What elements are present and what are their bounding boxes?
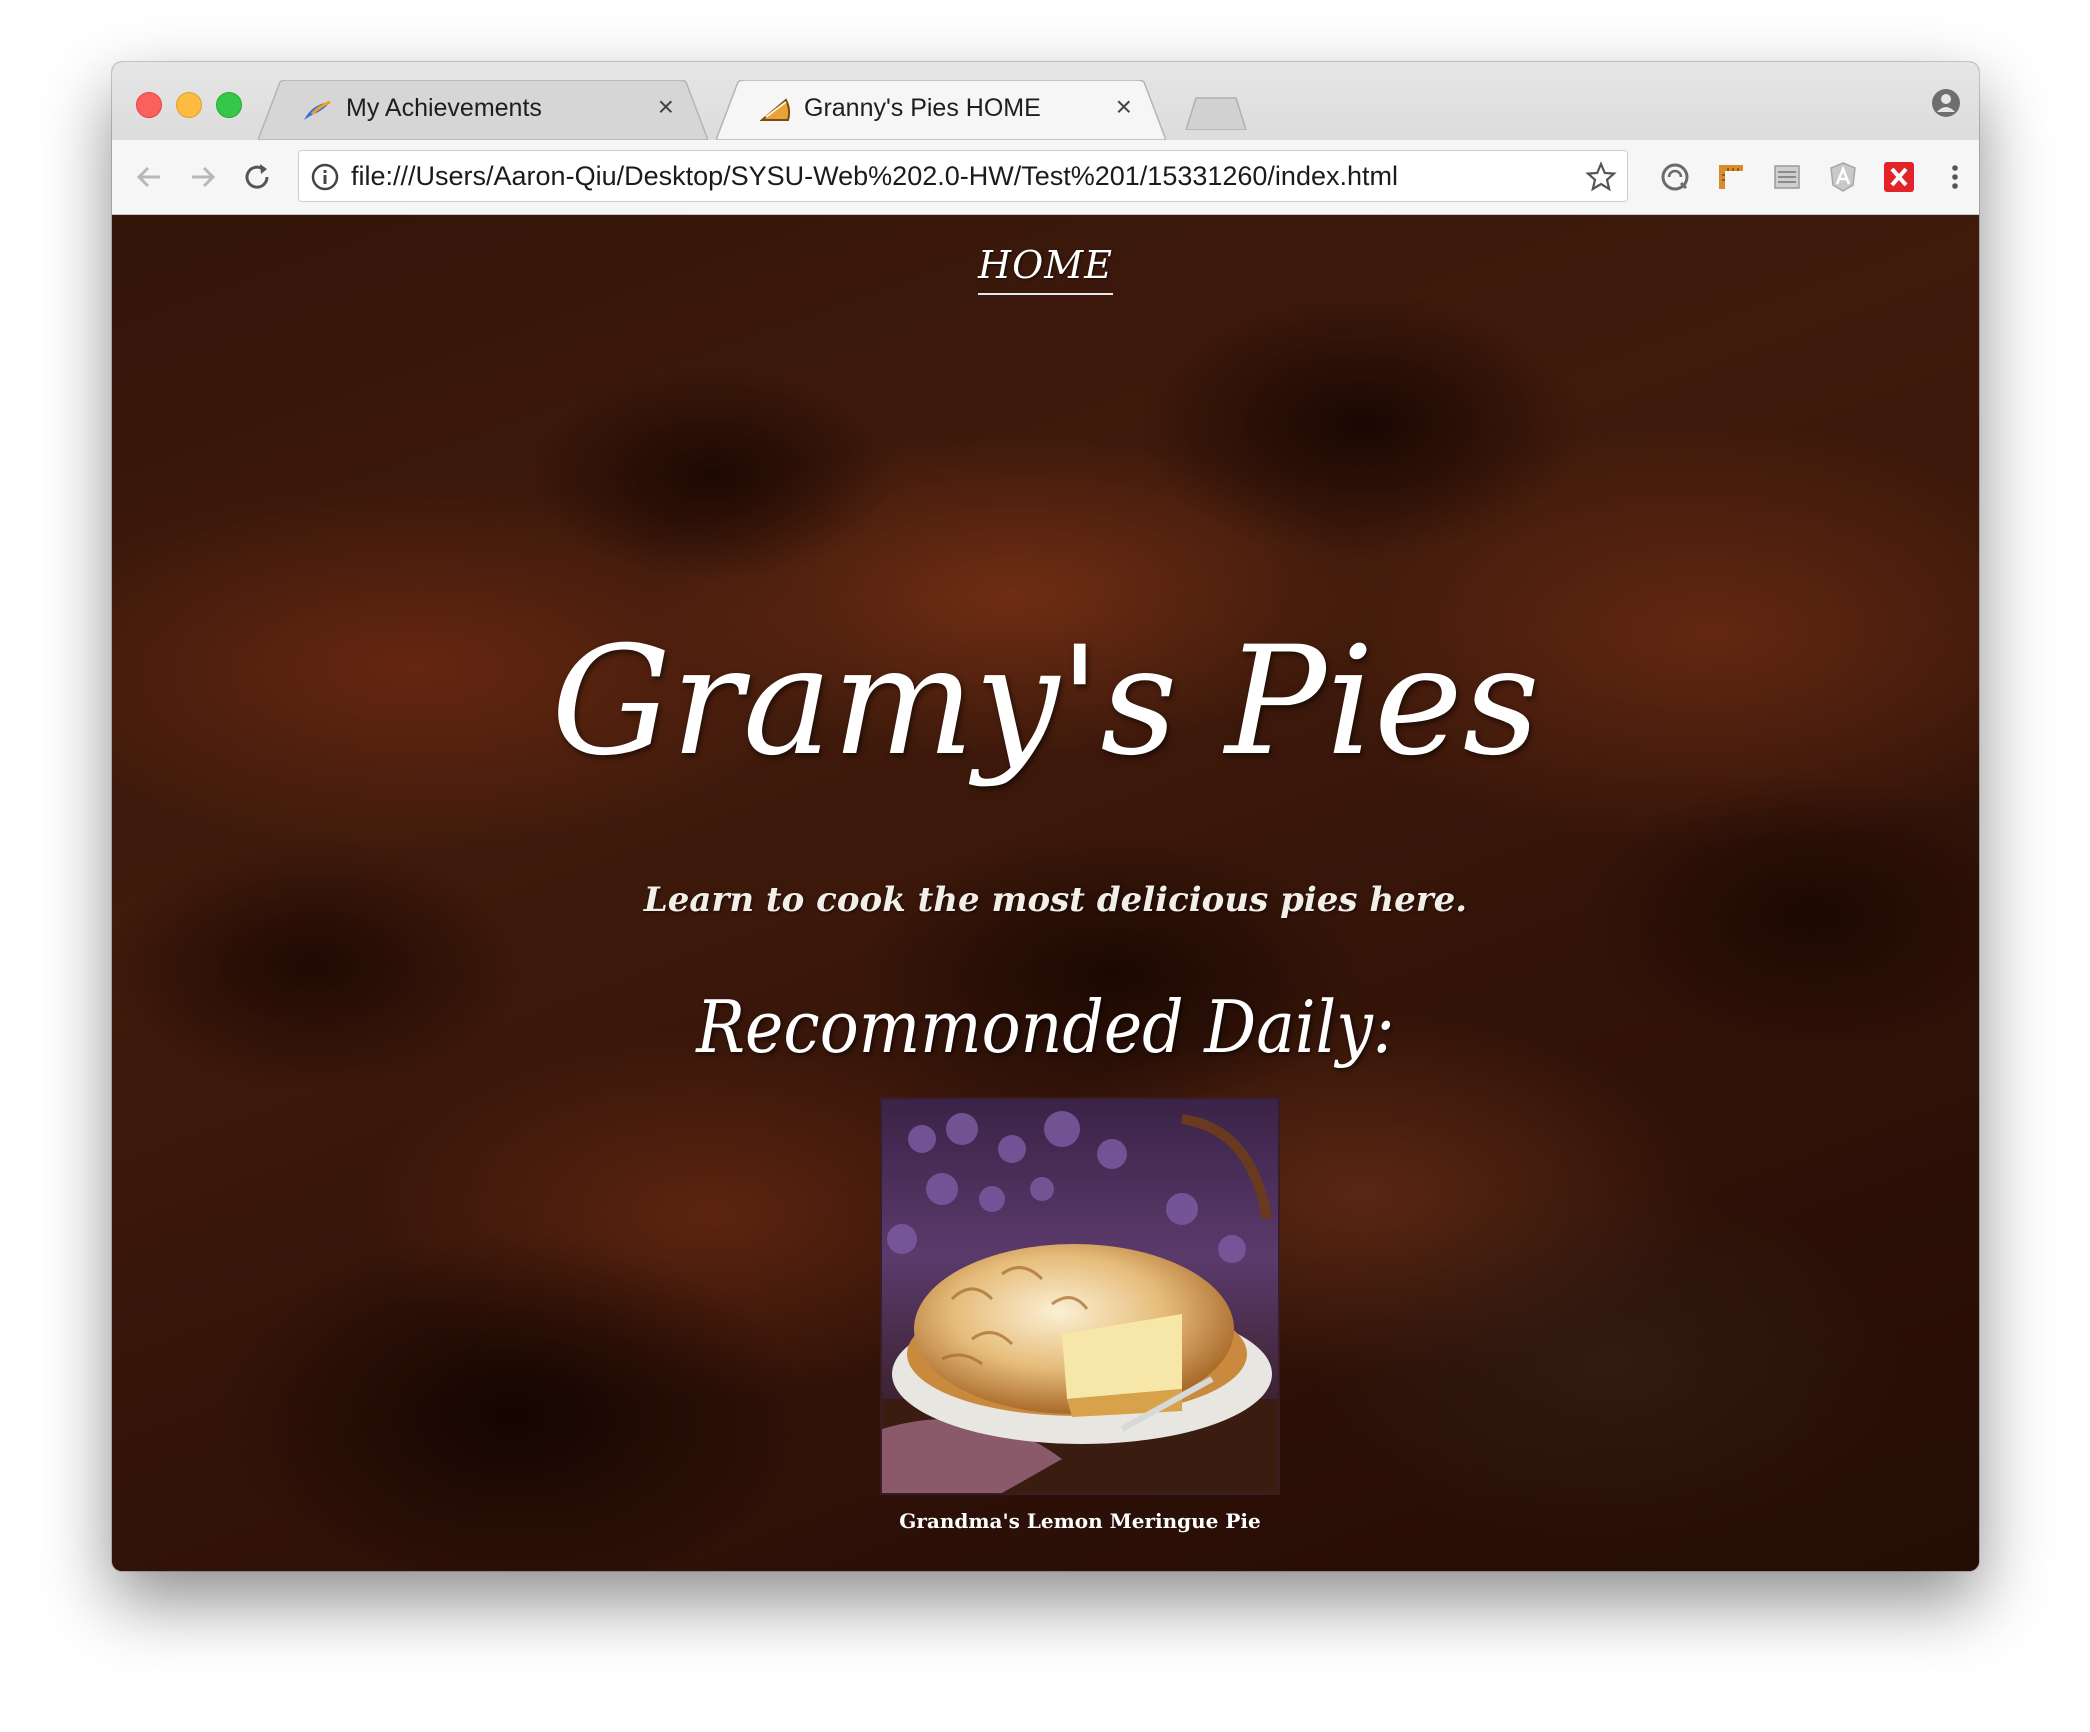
reload-icon[interactable]	[240, 160, 274, 194]
address-bar[interactable]: file:///Users/Aaron-Qiu/Desktop/SYSU-Web…	[298, 150, 1628, 202]
tab-title: Granny's Pies HOME	[804, 94, 1041, 122]
featured-pie[interactable]: Grandma's Lemon Meringue Pie	[880, 1097, 1280, 1533]
x-extension-icon[interactable]	[1882, 160, 1916, 194]
forward-arrow-icon[interactable]	[186, 160, 220, 194]
tagline: Learn to cook the most delicious pies he…	[643, 880, 1468, 920]
feather-icon	[304, 100, 331, 120]
browser-toolbar: file:///Users/Aaron-Qiu/Desktop/SYSU-Web…	[112, 140, 1979, 215]
new-tab-button[interactable]	[1184, 96, 1248, 130]
browser-window: My Achievements × Granny's Pies HOME × f…	[112, 62, 1979, 1571]
close-window-button[interactable]	[136, 92, 162, 118]
tab-title: My Achievements	[346, 94, 542, 122]
close-tab-icon[interactable]: ×	[1116, 92, 1132, 122]
sync-icon[interactable]	[1658, 160, 1692, 194]
minimize-window-button[interactable]	[176, 92, 202, 118]
site-title: Gramy's Pies	[551, 615, 1540, 789]
nav-bar: HOME	[112, 243, 1979, 295]
ruler-extension-icon[interactable]	[1714, 160, 1748, 194]
page-content: HOME Gramy's Pies Learn to cook the most…	[112, 215, 1979, 1571]
profile-icon[interactable]	[1931, 88, 1961, 118]
tab-strip: My Achievements × Granny's Pies HOME ×	[112, 62, 1979, 140]
recommended-heading: Recommonded Daily:	[696, 985, 1395, 1069]
tab-my-achievements[interactable]: My Achievements ×	[258, 80, 708, 140]
menu-dots-icon[interactable]	[1938, 160, 1972, 194]
pie-slice-icon	[760, 98, 791, 121]
lemon-meringue-pie-photo[interactable]	[880, 1097, 1280, 1495]
url-text[interactable]: file:///Users/Aaron-Qiu/Desktop/SYSU-Web…	[351, 161, 1398, 192]
back-arrow-icon[interactable]	[132, 160, 166, 194]
featured-pie-caption[interactable]: Grandma's Lemon Meringue Pie	[880, 1509, 1280, 1533]
close-tab-icon[interactable]: ×	[658, 92, 674, 122]
zoom-window-button[interactable]	[216, 92, 242, 118]
home-link[interactable]: HOME	[978, 243, 1113, 295]
angular-extension-icon[interactable]	[1826, 160, 1860, 194]
info-icon[interactable]	[311, 163, 339, 191]
bookmark-star-icon[interactable]	[1585, 161, 1617, 193]
list-extension-icon[interactable]	[1770, 160, 1804, 194]
tab-grannys-pies-home[interactable]: Granny's Pies HOME ×	[716, 80, 1166, 140]
